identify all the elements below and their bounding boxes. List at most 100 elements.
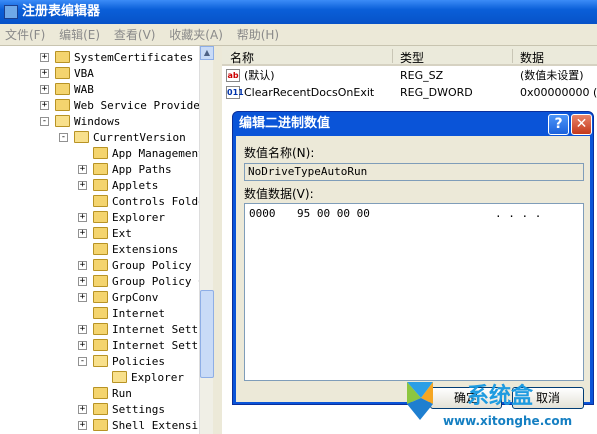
folder-icon	[55, 67, 70, 79]
tree-node-label: Run	[112, 387, 132, 400]
watermark: 系统盒 www.xitonghe.com	[395, 374, 595, 434]
dword-value-icon: 011	[226, 86, 244, 99]
folder-icon	[93, 179, 108, 191]
menu-file[interactable]: 文件(F)	[0, 24, 50, 46]
dialog-title: 编辑二进制数值	[239, 116, 331, 131]
folder-icon	[93, 419, 108, 431]
data-hex[interactable]: 95 00 00 00	[297, 207, 370, 220]
value-name: ClearRecentDocsOnExit	[244, 86, 375, 99]
folder-icon	[93, 323, 108, 335]
scroll-up-icon[interactable]: ▲	[200, 46, 214, 60]
folder-icon	[93, 259, 108, 271]
string-value-icon: ab	[226, 69, 240, 82]
expand-icon[interactable]: +	[40, 101, 49, 110]
tree-node-label: Group Policy C	[112, 275, 205, 288]
folder-icon	[93, 291, 108, 303]
folder-icon	[55, 83, 70, 95]
data-ascii: . . . .	[495, 207, 542, 220]
expand-icon[interactable]: +	[40, 69, 49, 78]
expand-icon[interactable]: +	[78, 325, 87, 334]
value-data: 0x00000000 (0	[520, 86, 597, 99]
collapse-icon[interactable]: -	[78, 357, 87, 366]
folder-icon	[55, 99, 70, 111]
folder-icon	[55, 51, 70, 63]
expand-icon[interactable]: +	[40, 85, 49, 94]
folder-open-icon	[55, 115, 70, 127]
collapse-icon[interactable]: -	[40, 117, 49, 126]
menu-help[interactable]: 帮助(H)	[232, 24, 284, 46]
tree-node-label: Explorer	[112, 211, 165, 224]
regedit-icon	[4, 5, 18, 19]
edit-binary-value-dialog: 编辑二进制数值 ? ✕ 数值名称(N): NoDriveTypeAutoRun …	[232, 111, 594, 409]
tree-node-label: Internet	[112, 307, 165, 320]
expand-icon[interactable]: +	[78, 277, 87, 286]
value-data: (数值未设置)	[520, 69, 584, 82]
expand-icon[interactable]: +	[78, 165, 87, 174]
list-row[interactable]: 011 ClearRecentDocsOnExit REG_DWORD 0x00…	[222, 85, 597, 101]
tree-node-label: VBA	[74, 67, 94, 80]
folder-icon	[93, 211, 108, 223]
watermark-url: www.xitonghe.com	[443, 414, 573, 428]
expand-icon[interactable]: +	[78, 229, 87, 238]
title-bar: 注册表编辑器	[0, 0, 597, 24]
tree-node-label: Policies	[112, 355, 165, 368]
tree-node-label: Web Service Provider	[74, 99, 207, 112]
value-name: (默认)	[244, 69, 275, 82]
close-button[interactable]: ✕	[571, 114, 592, 135]
tree-node-label: Group Policy	[112, 259, 192, 272]
header-data[interactable]: 数据	[520, 49, 544, 66]
tree-node-label: Applets	[112, 179, 159, 192]
brand-logo-icon	[407, 382, 433, 420]
list-row[interactable]: ab (默认) REG_SZ (数值未设置)	[222, 68, 597, 84]
folder-icon	[93, 403, 108, 415]
menu-bar: 文件(F) 编辑(E) 查看(V) 收藏夹(A) 帮助(H)	[0, 24, 597, 46]
header-type[interactable]: 类型	[400, 49, 424, 66]
expand-icon[interactable]: +	[78, 421, 87, 430]
expand-icon[interactable]: +	[78, 261, 87, 270]
expand-icon[interactable]: +	[40, 53, 49, 62]
expand-icon[interactable]: +	[78, 181, 87, 190]
folder-icon	[93, 227, 108, 239]
tree-node-label: Shell Extensic	[112, 419, 205, 432]
tree-node-label: App Management	[112, 147, 205, 160]
folder-icon	[93, 307, 108, 319]
data-offset: 0000	[249, 207, 276, 220]
folder-icon	[93, 243, 108, 255]
window-title: 注册表编辑器	[22, 4, 101, 19]
expand-icon[interactable]: +	[78, 293, 87, 302]
value-data-editor[interactable]: 0000 95 00 00 00 . . . .	[244, 203, 584, 381]
folder-open-icon	[112, 371, 127, 383]
menu-favorites[interactable]: 收藏夹(A)	[164, 24, 228, 46]
registry-editor-window: 注册表编辑器 文件(F) 编辑(E) 查看(V) 收藏夹(A) 帮助(H) + S…	[0, 0, 597, 434]
list-header: 名称 类型 数据	[222, 46, 597, 66]
folder-icon	[93, 147, 108, 159]
folder-icon	[93, 195, 108, 207]
menu-edit[interactable]: 编辑(E)	[54, 24, 105, 46]
expand-icon[interactable]: +	[78, 405, 87, 414]
watermark-brand: 系统盒	[467, 384, 534, 409]
value-name-label: 数值名称(N):	[244, 146, 315, 160]
tree-node-label: Internet Setti	[112, 323, 205, 336]
tree-node-label: GrpConv	[112, 291, 159, 304]
tree-node-label: SystemCertificates	[74, 51, 194, 64]
tree-node-label: Internet Setti	[112, 339, 205, 352]
scroll-thumb[interactable]	[200, 290, 214, 378]
expand-icon[interactable]: +	[78, 341, 87, 350]
expand-icon[interactable]: +	[78, 213, 87, 222]
folder-icon	[93, 387, 108, 399]
value-type: REG_SZ	[400, 69, 444, 82]
tree-node-label: App Paths	[112, 163, 172, 176]
collapse-icon[interactable]: -	[59, 133, 68, 142]
registry-key-tree[interactable]: + SystemCertificates + VBA + WAB + Web Service …	[0, 46, 213, 434]
value-data-label: 数值数据(V):	[244, 187, 314, 201]
folder-open-icon	[74, 131, 89, 143]
folder-open-icon	[93, 355, 108, 367]
menu-view[interactable]: 查看(V)	[109, 24, 161, 46]
help-button[interactable]: ?	[548, 114, 569, 135]
dialog-body: 数值名称(N): NoDriveTypeAutoRun 数值数据(V): 000…	[236, 136, 590, 409]
tree-node-label: CurrentVersion	[93, 131, 186, 144]
tree-scrollbar[interactable]: ▲	[199, 46, 214, 434]
tree-node-label: Windows	[74, 115, 121, 128]
tree-node-label: Extensions	[112, 243, 179, 256]
header-name[interactable]: 名称	[230, 49, 254, 66]
